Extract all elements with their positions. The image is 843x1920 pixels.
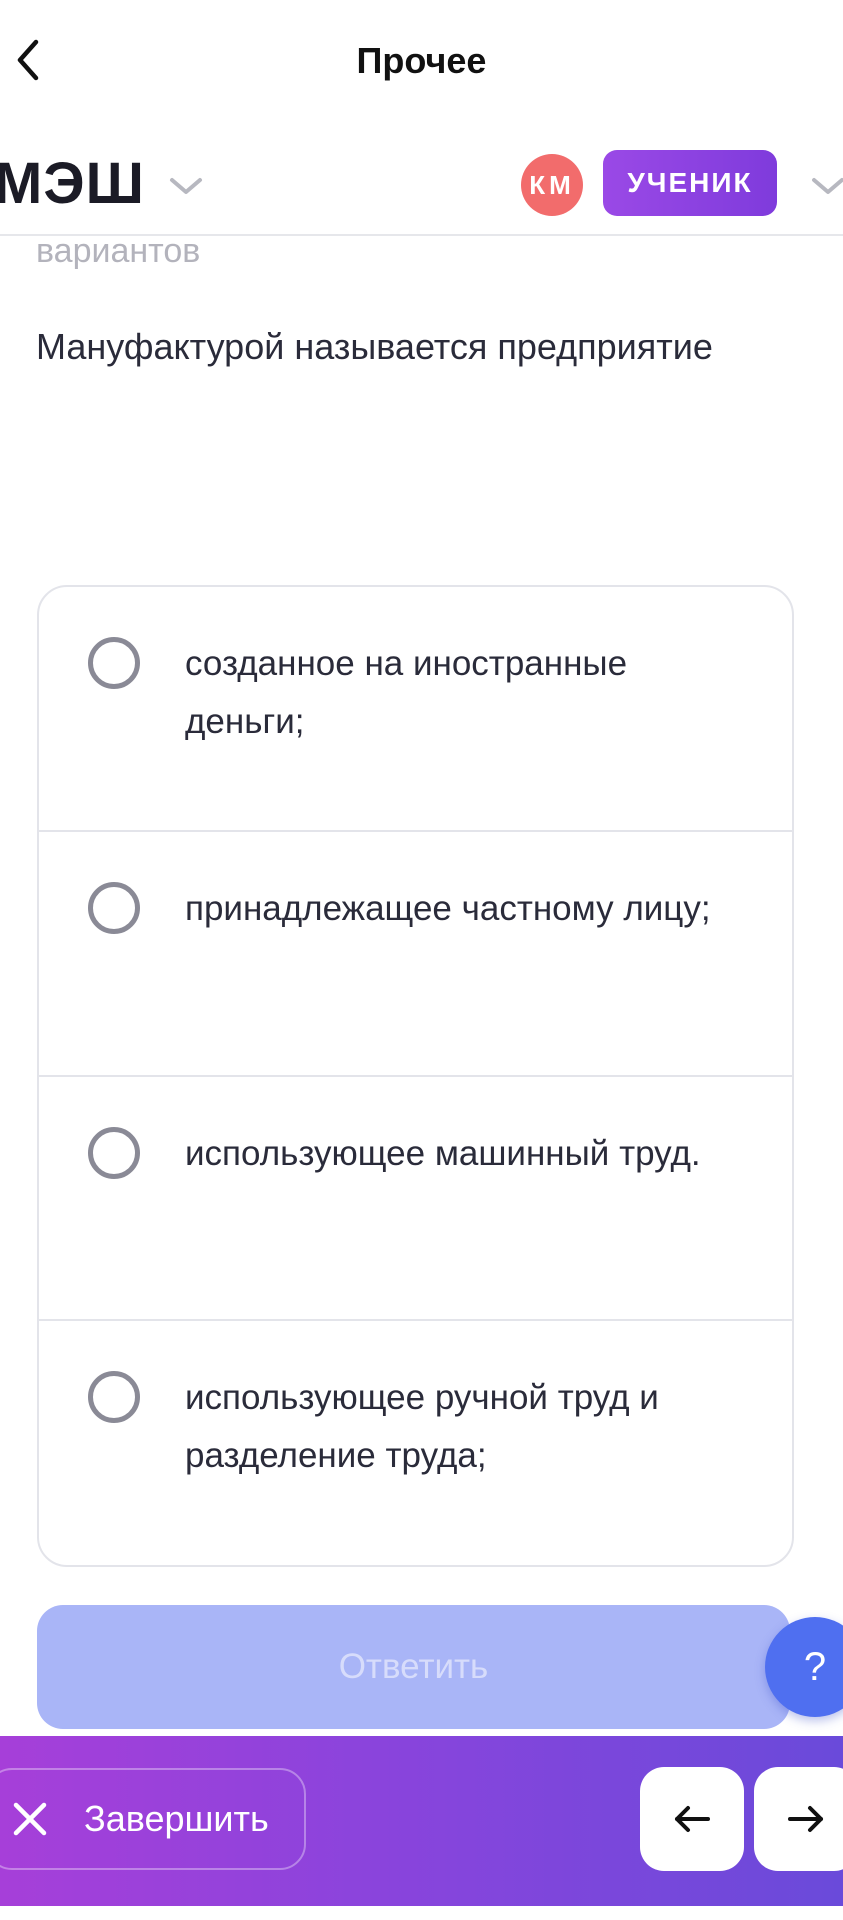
radio-button[interactable] bbox=[88, 882, 140, 934]
page-title: Прочее bbox=[356, 40, 487, 81]
arrow-right-icon bbox=[788, 1806, 823, 1832]
top-nav-bar: Прочее bbox=[0, 0, 843, 126]
arrow-left-icon bbox=[675, 1806, 710, 1832]
answer-options-card: созданное на иностранные деньги; принадл… bbox=[37, 585, 794, 1567]
role-badge[interactable]: УЧЕНИК bbox=[603, 150, 777, 216]
radio-button[interactable] bbox=[88, 1371, 140, 1423]
option-label: использующее ручной труд и разделение тр… bbox=[185, 1378, 659, 1475]
app-header: МЭШ КМ УЧЕНИК bbox=[0, 126, 843, 236]
bottom-safe-area bbox=[0, 1906, 843, 1920]
answer-option[interactable]: использующее машинный труд. bbox=[39, 1077, 792, 1320]
finish-label: Завершить bbox=[84, 1798, 269, 1839]
page: Прочее МЭШ КМ УЧЕНИК вариантов Мануфакту… bbox=[0, 0, 843, 1920]
option-label: использующее машинный труд. bbox=[185, 1134, 701, 1173]
bottom-action-bar: Завершить bbox=[0, 1736, 843, 1906]
chevron-down-icon bbox=[170, 178, 202, 194]
option-label: созданное на иностранные деньги; bbox=[185, 644, 628, 741]
answer-option[interactable]: использующее ручной труд и разделение тр… bbox=[39, 1321, 792, 1564]
app-switcher-dropdown[interactable] bbox=[166, 172, 206, 200]
option-label: принадлежащее частному лицу; bbox=[185, 889, 711, 928]
close-icon bbox=[13, 1802, 47, 1836]
chevron-down-icon bbox=[812, 178, 843, 194]
finish-button[interactable]: Завершить bbox=[0, 1768, 306, 1870]
answer-option[interactable]: принадлежащее частному лицу; bbox=[39, 832, 792, 1075]
submit-answer-button[interactable]: Ответить bbox=[37, 1605, 790, 1729]
task-hint-text: вариантов bbox=[36, 232, 201, 270]
app-logo[interactable]: МЭШ bbox=[0, 150, 145, 217]
next-question-button[interactable] bbox=[754, 1767, 843, 1871]
previous-question-button[interactable] bbox=[640, 1767, 744, 1871]
question-text: Мануфактурой называется предприятие bbox=[36, 326, 713, 367]
answer-option[interactable]: созданное на иностранные деньги; bbox=[39, 587, 792, 830]
user-menu-dropdown[interactable] bbox=[808, 172, 843, 200]
radio-button[interactable] bbox=[88, 637, 140, 689]
avatar[interactable]: КМ bbox=[521, 154, 583, 216]
radio-button[interactable] bbox=[88, 1127, 140, 1179]
